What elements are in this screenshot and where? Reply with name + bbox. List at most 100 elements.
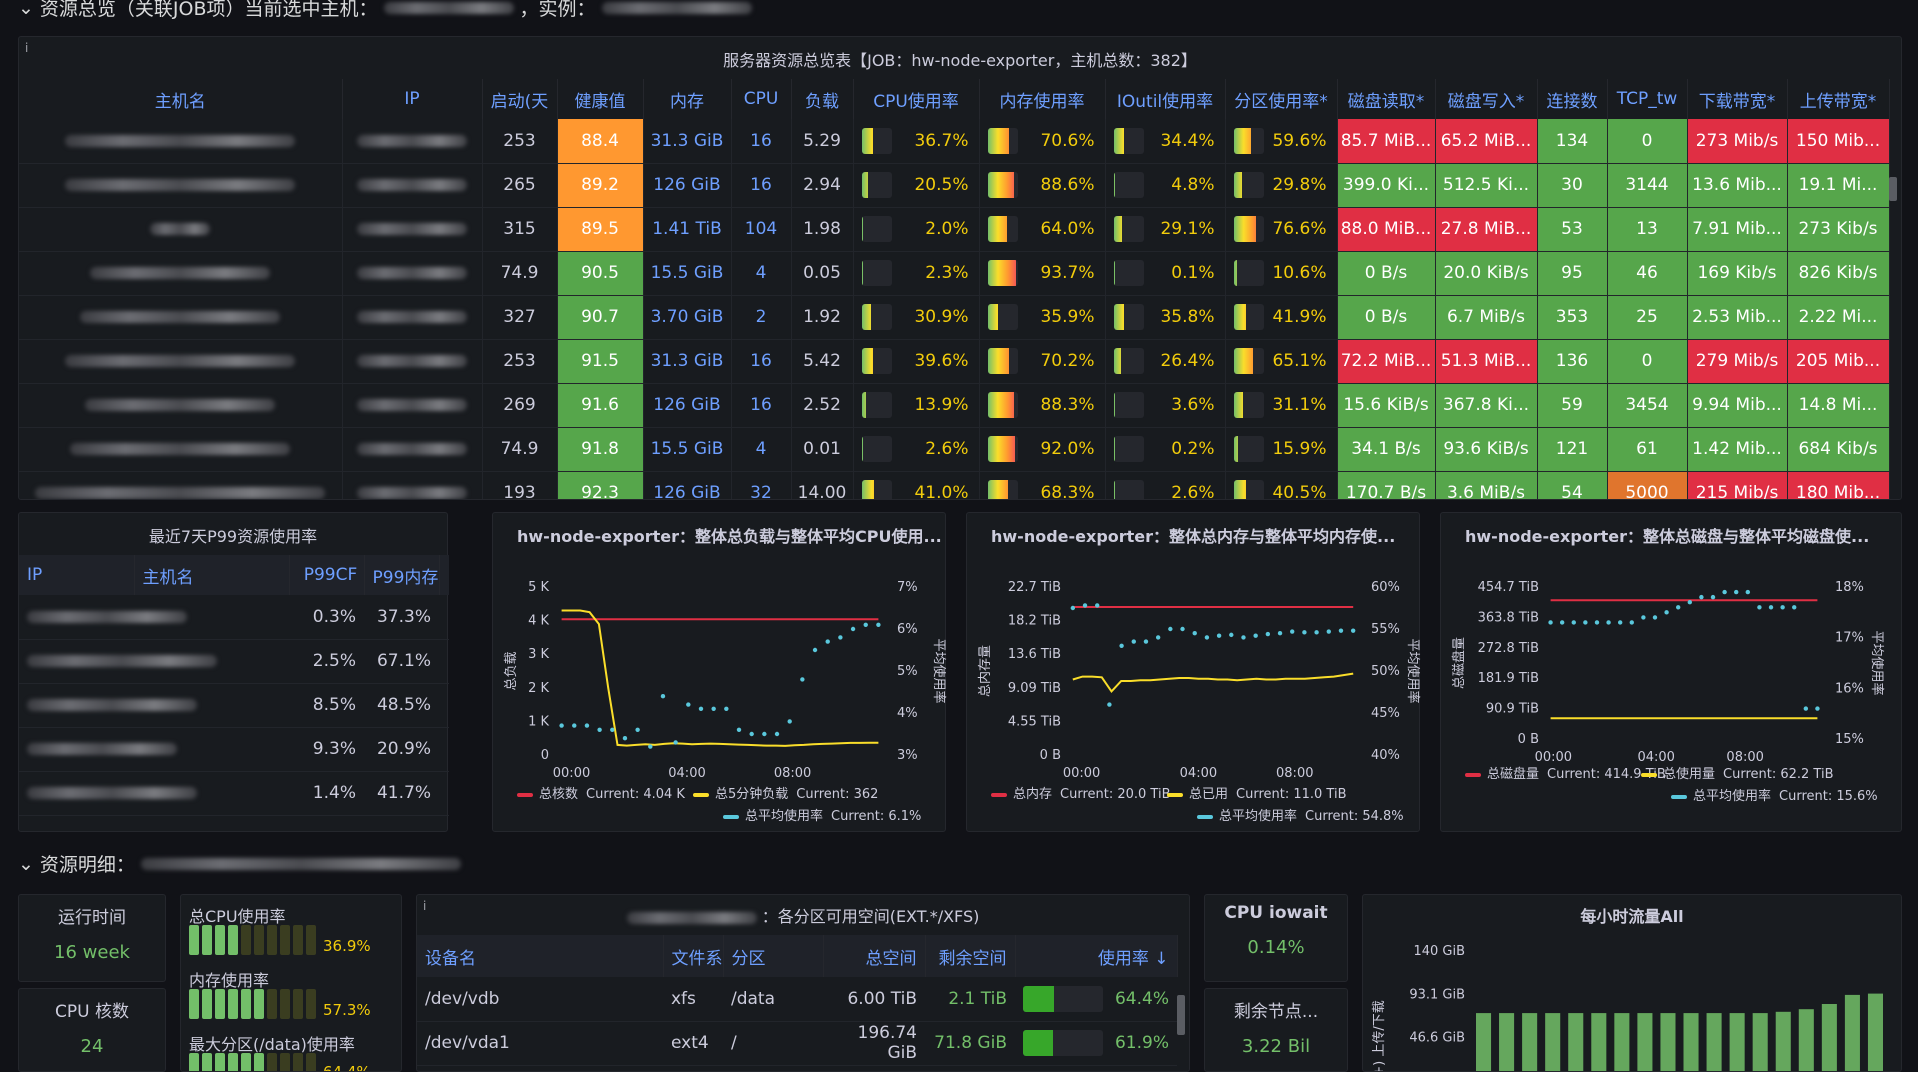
column-header[interactable]: TCP_tw [1607,79,1688,119]
table-row[interactable]: 74.9 90.5 15.5 GiB 4 0.05 2.3% 93.7% 0.1% 10.6% 0… [19,251,1890,296]
table-row[interactable]: 2.5% 67.1% [19,639,449,683]
column-header[interactable]: 内存 [643,79,732,119]
table-row[interactable]: 0.3% 37.3% [19,595,449,639]
column-header[interactable]: 负载 [791,79,854,119]
column-header[interactable]: CPU使用率 [853,79,980,119]
ip-cell[interactable] [342,295,483,340]
hostname-cell[interactable] [19,471,343,499]
traffic-bar[interactable] [1637,1013,1653,1072]
hostname-cell[interactable] [19,251,343,296]
detail-section-header[interactable]: ⌄ 资源明细： [18,850,461,877]
traffic-bar[interactable] [1522,1013,1538,1072]
ip-cell[interactable] [342,383,483,428]
disk-chart[interactable]: 0 B 90.9 TiB 181.9 TiB 272.8 TiB 363.8 TiB 45… [1441,553,1903,783]
ip-cell[interactable] [342,339,483,384]
column-header[interactable]: 分区使用率* [1225,79,1338,119]
ip-cell[interactable] [342,471,483,499]
hostname-cell[interactable] [19,207,343,252]
column-header[interactable]: 使用率 ↓ [1015,935,1178,977]
column-header[interactable]: 上传带宽* [1787,79,1890,119]
column-header[interactable]: 文件系 [663,935,724,977]
table-row[interactable]: 253 88.4 31.3 GiB 16 5.29 36.7% 70.6% 34.4% 59.6… [19,119,1890,164]
table-row[interactable]: 269 91.6 126 GiB 16 2.52 13.9% 88.3% 3.6% 31.1% 1… [19,383,1890,428]
table-row[interactable]: 327 90.7 3.70 GiB 2 1.92 30.9% 35.9% 35.8% 41.9%… [19,295,1890,340]
traffic-bar[interactable] [1660,1013,1676,1072]
legend-item[interactable]: 总平均使用率 Current: 54.8% [1197,805,1404,824]
legend-item[interactable]: 总平均使用率 Current: 15.6% [1671,785,1878,804]
traffic-bar[interactable] [1476,1013,1492,1072]
hostname-cell[interactable] [19,383,343,428]
traffic-bar[interactable] [1821,1004,1837,1072]
legend-item[interactable]: 总使用量 Current: 62.2 TiB [1641,763,1834,782]
legend-item[interactable]: 总核数 Current: 4.04 K [517,783,685,802]
ip-cell[interactable] [19,639,289,683]
table-row[interactable]: /dev/vdb xfs/data 6.00 TiB 2.1 TiB 64.4% [417,977,1177,1021]
traffic-bar-chart[interactable]: 46.6 GiB 93.1 GiB 140 GiB (+) 上传/下载 [1363,931,1902,1072]
table-row[interactable]: 253 91.5 31.3 GiB 16 5.42 39.6% 70.2% 26.4% 65.1… [19,339,1890,384]
column-header[interactable]: CPU [731,79,792,119]
column-header[interactable]: 主机名 [134,555,290,595]
selected-host-redacted[interactable] [383,1,514,14]
traffic-bar[interactable] [1706,1013,1722,1072]
column-header[interactable]: IOutil使用率 [1105,79,1226,119]
load-cpu-chart[interactable]: 0 1 K 2 K 3 K 4 K 5 K 3% 4% 5% 6% 7% 00:00 04:00 08:0… [493,553,947,803]
table-row[interactable]: 1.4% 41.7% [19,771,449,815]
column-header[interactable]: 磁盘读取* [1337,79,1436,119]
ip-cell[interactable] [19,683,289,727]
column-header[interactable]: 剩余空间 [925,935,1016,977]
overview-section-header[interactable]: ⌄ 资源总览（关联JOB项）当前选中主机： ，实例： [18,0,752,21]
ip-cell[interactable] [19,595,289,639]
ip-cell[interactable] [342,427,483,472]
table-row[interactable]: 265 89.2 126 GiB 16 2.94 20.5% 88.6% 4.8% 29.8% 3… [19,163,1890,208]
traffic-bar[interactable] [1798,1009,1814,1072]
hostname-cell[interactable] [19,163,343,208]
column-header[interactable]: 设备名 [417,935,664,977]
table-row[interactable]: 8.5% 48.5% [19,683,449,727]
table-row[interactable]: 74.9 91.8 15.5 GiB 4 0.01 2.6% 92.0% 0.2% 15.9% 3… [19,427,1890,472]
ip-cell[interactable] [342,163,483,208]
ip-cell[interactable] [19,771,289,815]
column-header[interactable]: IP [19,555,135,595]
traffic-bar[interactable] [1545,1013,1561,1072]
table-row[interactable]: 193 92.3 126 GiB 32 14.00 41.0% 68.3% 2.6% 40.5%… [19,471,1890,499]
table-scrollbar[interactable] [1889,177,1897,201]
traffic-bar[interactable] [1683,1013,1699,1072]
collapse-chevron-icon[interactable]: ⌄ [18,0,34,19]
table-row[interactable]: 315 89.5 1.41 TiB 104 1.98 2.0% 64.0% 29.1% 76.6… [19,207,1890,252]
column-header[interactable]: 下载带宽* [1687,79,1788,119]
column-header[interactable]: 总空间 [823,935,926,977]
table-row[interactable]: /dev/vda1 ext4 / 196.74 GiB 71.8 GiB 61.9% [417,1021,1177,1065]
traffic-bar[interactable] [1591,1013,1607,1072]
column-header[interactable]: 主机名 [19,79,343,119]
traffic-bar[interactable] [1775,1011,1791,1072]
legend-item[interactable]: 总平均使用率 Current: 6.1% [723,805,921,824]
column-header[interactable]: 分区 [723,935,824,977]
column-header[interactable]: 内存使用率 [979,79,1106,119]
legend-item[interactable]: 总内存 Current: 20.0 TiB [991,783,1171,802]
traffic-bar[interactable] [1729,1013,1745,1072]
legend-item[interactable]: 总5分钟负载 Current: 362 [693,783,878,802]
traffic-bar[interactable] [1867,993,1883,1072]
table-scrollbar[interactable] [1177,995,1185,1035]
hostname-cell[interactable] [19,295,343,340]
column-header[interactable]: IP [342,79,483,119]
ip-cell[interactable] [342,251,483,296]
traffic-bar[interactable] [1614,1013,1630,1072]
hostname-cell[interactable] [19,427,343,472]
ip-cell[interactable] [342,207,483,252]
traffic-bar[interactable] [1499,1013,1515,1072]
legend-item[interactable]: 总磁盘量 Current: 414.9 TiB [1465,763,1666,782]
traffic-bar[interactable] [1844,994,1860,1072]
column-header[interactable]: 健康值 [557,79,644,119]
ip-cell[interactable] [342,119,483,164]
hostname-cell[interactable] [19,119,343,164]
mem-chart[interactable]: 0 B 4.55 TiB 9.09 TiB 13.6 TiB 18.2 TiB 22.7 … [967,553,1421,803]
traffic-bar[interactable] [1568,1013,1584,1072]
traffic-bar[interactable] [1752,1013,1768,1072]
column-header[interactable]: P99内存 [364,555,440,595]
column-header[interactable]: 磁盘写入* [1435,79,1538,119]
column-header[interactable]: 连接数 [1537,79,1608,119]
column-header[interactable]: 启动(天 [482,79,558,119]
collapse-chevron-icon[interactable]: ⌄ [18,853,34,875]
column-header[interactable]: P99CF [289,555,365,595]
